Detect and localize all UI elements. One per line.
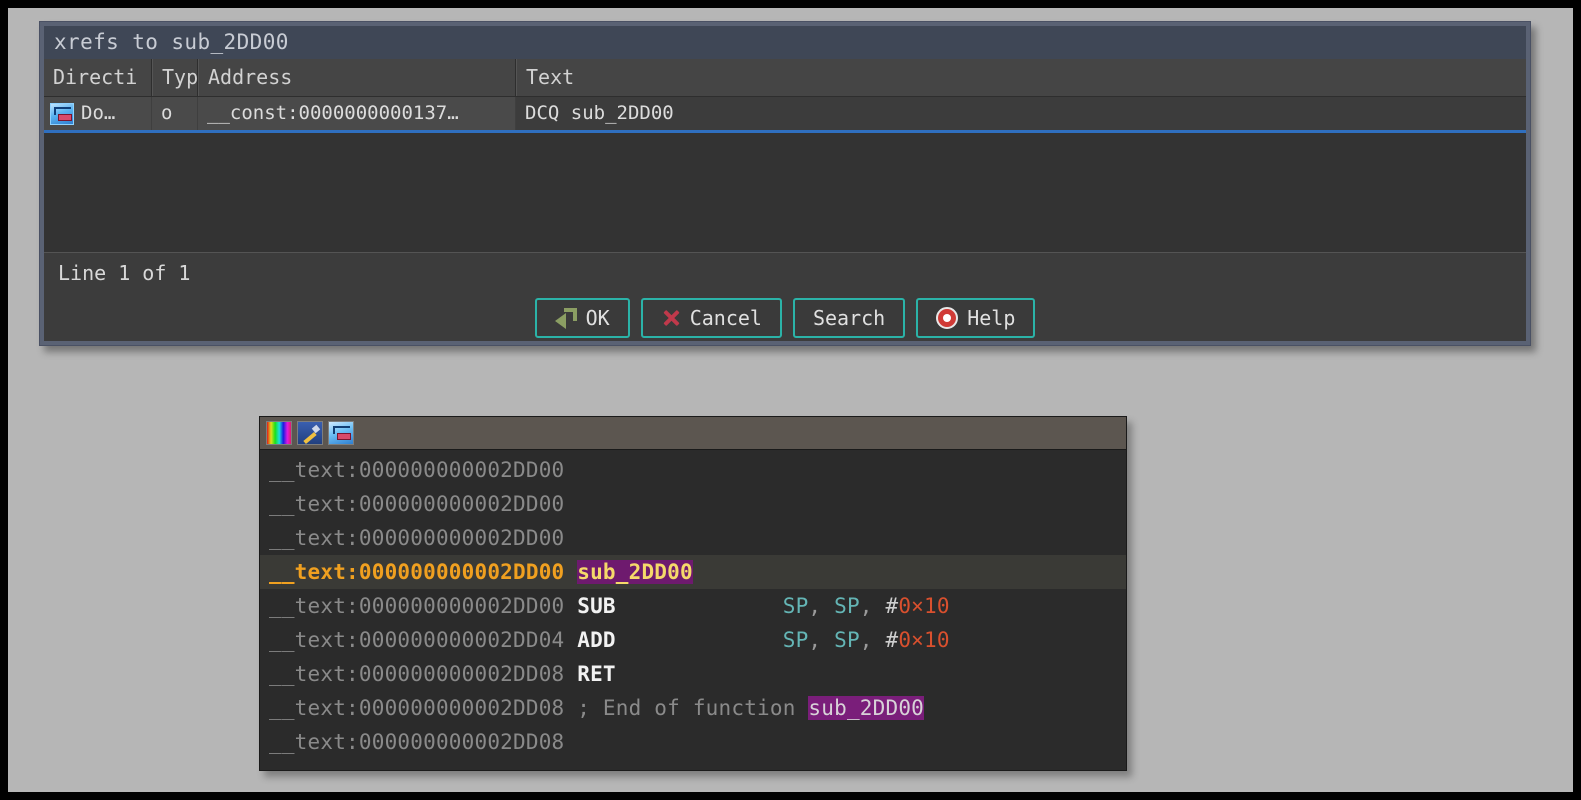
disassembly-line[interactable]: __text:000000000002DD04 ADD SP, SP, #0×1… xyxy=(260,623,1126,657)
disassembly-listing[interactable]: __text:000000000002DD00 __text:0000000000… xyxy=(260,450,1126,770)
function-reference: sub_2DD00 xyxy=(808,696,925,720)
pencil-edit-icon[interactable] xyxy=(297,421,323,445)
line-address: __text:000000000002DD00 xyxy=(269,492,565,516)
line-address: __text:000000000002DD08 xyxy=(269,662,565,686)
line-comment: ; End of function xyxy=(577,696,809,720)
line-address: __text:000000000002DD08 xyxy=(269,696,565,720)
cancel-button[interactable]: Cancel xyxy=(640,298,782,338)
search-button[interactable]: Search xyxy=(792,298,906,338)
disassembly-toolbar xyxy=(260,417,1126,450)
operand-separator: , xyxy=(808,628,835,652)
mnemonic: ADD xyxy=(577,628,783,652)
immediate-prefix: # xyxy=(885,594,899,618)
xrefs-icon[interactable] xyxy=(328,421,354,445)
column-header-type[interactable]: Typ xyxy=(152,59,198,96)
operand-separator: , xyxy=(859,628,886,652)
column-header-direction[interactable]: Directi xyxy=(44,59,152,96)
help-button[interactable]: Help xyxy=(916,298,1036,338)
function-label: sub_2DD00 xyxy=(577,560,693,584)
help-button-label: Help xyxy=(967,306,1016,330)
cell-direction[interactable]: Do… xyxy=(44,97,152,130)
screen-root: xrefs to sub_2DD00 Directi Typ Address T… xyxy=(8,8,1573,792)
operand-separator: , xyxy=(808,594,835,618)
disassembly-line[interactable]: __text:000000000002DD08 xyxy=(260,725,1126,759)
column-header-text[interactable]: Text xyxy=(516,59,1526,96)
operand-register: SP xyxy=(782,594,809,618)
status-line: Line 1 of 1 xyxy=(44,252,1526,292)
mnemonic: SUB xyxy=(577,594,783,618)
xrefs-dialog: xrefs to sub_2DD00 Directi Typ Address T… xyxy=(39,21,1531,346)
disassembly-line[interactable]: __text:000000000002DD00 SUB SP, SP, #0×1… xyxy=(260,589,1126,623)
operand-register: SP xyxy=(834,628,860,652)
immediate-value: 0×10 xyxy=(898,594,950,618)
red-x-icon xyxy=(661,308,681,328)
dialog-button-bar: OK Cancel Search Help xyxy=(44,294,1526,341)
disassembly-line[interactable]: __text:000000000002DD00 xyxy=(260,453,1126,487)
cell-text[interactable]: DCQ sub_2DD00 xyxy=(516,97,1526,130)
disassembly-line[interactable]: __text:000000000002DD00 xyxy=(260,487,1126,521)
column-header-address[interactable]: Address xyxy=(198,59,516,96)
line-address: __text:000000000002DD00 xyxy=(269,458,565,482)
operand-separator: , xyxy=(859,594,886,618)
disassembly-line[interactable]: __text:000000000002DD08 ; End of functio… xyxy=(260,691,1126,725)
cell-direction-label: Do… xyxy=(81,102,116,124)
enter-arrow-icon xyxy=(554,308,577,329)
line-address: __text:000000000002DD04 xyxy=(269,628,565,652)
ok-button[interactable]: OK xyxy=(534,298,630,338)
dialog-body: Directi Typ Address Text Do… o __const:0… xyxy=(44,59,1526,341)
operand-register: SP xyxy=(782,628,809,652)
xrefs-icon xyxy=(50,102,74,125)
ok-button-label: OK xyxy=(585,306,610,330)
life-ring-icon xyxy=(936,307,959,329)
disassembly-line[interactable]: __text:000000000002DD08 RET xyxy=(260,657,1126,691)
mnemonic: RET xyxy=(577,662,616,686)
disassembly-line[interactable]: __text:000000000002DD00 xyxy=(260,521,1126,555)
cell-address[interactable]: __const:0000000000137… xyxy=(198,97,516,130)
disassembly-panel: __text:000000000002DD00 __text:0000000000… xyxy=(259,416,1127,771)
cancel-button-label: Cancel xyxy=(689,306,762,330)
disassembly-line[interactable]: __text:000000000002DD00 sub_2DD00 xyxy=(260,555,1126,589)
table-header-row: Directi Typ Address Text xyxy=(44,59,1526,97)
immediate-value: 0×10 xyxy=(898,628,950,652)
line-address: __text:000000000002DD08 xyxy=(269,730,565,754)
search-button-label: Search xyxy=(812,306,886,330)
table-row[interactable]: Do… o __const:0000000000137… DCQ sub_2DD… xyxy=(44,97,1526,130)
color-palette-icon[interactable] xyxy=(266,421,292,445)
immediate-prefix: # xyxy=(885,628,899,652)
line-address: __text:000000000002DD00 xyxy=(269,560,565,584)
row-selection-underline xyxy=(44,130,1526,133)
line-address: __text:000000000002DD00 xyxy=(269,526,565,550)
line-address: __text:000000000002DD00 xyxy=(269,594,565,618)
operand-register: SP xyxy=(834,594,860,618)
cell-type[interactable]: o xyxy=(152,97,198,130)
dialog-title: xrefs to sub_2DD00 xyxy=(44,26,1526,59)
